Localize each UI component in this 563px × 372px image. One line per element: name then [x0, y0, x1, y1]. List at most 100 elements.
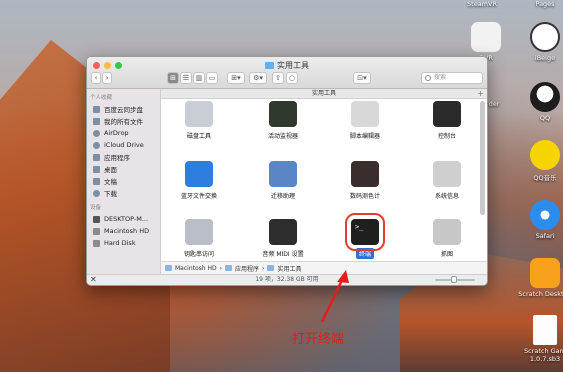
sidebar-item-label: Macintosh HD: [104, 227, 150, 235]
qq-music-icon: [530, 140, 560, 170]
disk-icon: [93, 227, 100, 235]
app-item[interactable]: 迁移助理: [245, 161, 321, 201]
app-item[interactable]: 活动监视器: [245, 101, 321, 141]
sidebar: 个人收藏 百度云同步盘 我的所有文件 AirDrop iCloud Drive …: [87, 89, 161, 285]
add-tab-button[interactable]: +: [477, 89, 484, 98]
close-icon[interactable]: ✕: [90, 275, 97, 285]
disk-icon: [165, 265, 172, 271]
sidebar-item-all-files[interactable]: 我的所有文件: [87, 115, 160, 127]
back-button[interactable]: ‹: [91, 72, 101, 84]
app-item[interactable]: 磁盘工具: [161, 101, 237, 141]
desktop-item-scratch-file[interactable]: Scratch Gam 1.0.7.sb3: [515, 315, 563, 363]
desktop-label-pages[interactable]: Pages: [515, 0, 563, 8]
blender-icon: [471, 22, 501, 52]
vertical-scrollbar[interactable]: [480, 101, 485, 215]
sidebar-item-label: AirDrop: [104, 129, 129, 137]
tags-button[interactable]: ○: [286, 72, 298, 84]
search-placeholder: 搜索: [434, 74, 447, 81]
sidebar-item-hard-disk[interactable]: Hard Disk: [87, 237, 160, 249]
sidebar-item-desktop[interactable]: 桌面: [87, 163, 160, 175]
airdrop-icon: [93, 129, 100, 137]
folder-icon: [265, 62, 274, 69]
console-icon: [433, 101, 461, 127]
titlebar[interactable]: 实用工具 ‹ › ⊞ ☰ ▥ ▭ ⊞▾ ⚙▾ ⇧ ○ ⊡▾ 搜索: [87, 57, 487, 89]
app-item-label: 磁盘工具: [186, 133, 211, 140]
app-item[interactable]: 蓝牙文件交换: [161, 161, 237, 201]
sidebar-item-airdrop[interactable]: AirDrop: [87, 127, 160, 139]
folder-header-title: 实用工具: [311, 90, 336, 97]
downloads-icon: [93, 189, 100, 197]
sidebar-item-label: Hard Disk: [104, 239, 136, 247]
app-item[interactable]: 音频 MIDI 设置: [245, 219, 321, 259]
file-grid: 磁盘工具 活动监视器 脚本编辑器 控制台 蓝牙文件交换 迁移助理 数码测色计 系统信息 钥匙串访…: [161, 99, 477, 261]
window-title: 实用工具: [87, 60, 487, 71]
sidebar-devices-header: 设备: [90, 205, 102, 211]
sidebar-item-icloud[interactable]: iCloud Drive: [87, 139, 160, 151]
documents-icon: [93, 177, 100, 185]
view-column-button[interactable]: ▥: [193, 72, 205, 84]
icon-size-slider-knob[interactable]: [451, 276, 457, 283]
share-menu-button[interactable]: ⊡▾: [353, 72, 371, 84]
app-item-label: 活动监视器: [267, 133, 298, 140]
desktop-label-text: Pages: [535, 0, 555, 8]
status-text: 19 项，32.38 GB 可用: [255, 276, 319, 283]
app-item[interactable]: >_ 终端: [327, 213, 403, 259]
path-separator: ›: [262, 264, 265, 272]
sidebar-item-label: 我的所有文件: [104, 118, 143, 126]
sidebar-item-macintosh-hd[interactable]: Macintosh HD: [87, 225, 160, 237]
desktop-label-steamvr[interactable]: SteamVR: [452, 0, 512, 8]
disk-icon: [93, 239, 100, 247]
arrange-button[interactable]: ⊞▾: [227, 72, 245, 84]
app-item-label: 终端: [355, 248, 374, 259]
app-item-label: 钥匙串访问: [183, 251, 214, 258]
app-item[interactable]: 抓图: [409, 219, 485, 259]
forward-button[interactable]: ›: [102, 72, 112, 84]
system-info-icon: [433, 161, 461, 187]
view-coverflow-button[interactable]: ▭: [206, 72, 218, 84]
desktop-item-label: Safari: [535, 232, 555, 240]
path-segment[interactable]: 实用工具: [277, 264, 301, 273]
keychain-icon: [185, 219, 213, 245]
midi-icon: [269, 219, 297, 245]
sidebar-item-applications[interactable]: 应用程序: [87, 151, 160, 163]
icloud-icon: [93, 141, 100, 149]
sidebar-item-label: 下载: [104, 190, 117, 198]
script-editor-icon: [351, 101, 379, 127]
search-input[interactable]: 搜索: [421, 72, 483, 84]
terminal-icon: >_: [345, 213, 385, 251]
sidebar-item-baidu[interactable]: 百度云同步盘: [87, 103, 160, 115]
app-item[interactable]: 系统信息: [409, 161, 485, 201]
desktop-item-safari[interactable]: Safari: [515, 200, 563, 240]
action-gear-button[interactable]: ⚙▾: [249, 72, 267, 84]
desktop-item-qqmusic[interactable]: QQ音乐: [515, 140, 563, 182]
path-segment[interactable]: 应用程序: [235, 264, 259, 273]
app-item[interactable]: 控制台: [409, 101, 485, 141]
all-files-icon: [93, 117, 100, 125]
folder-icon: [225, 265, 233, 271]
path-segment[interactable]: Macintosh HD: [175, 265, 217, 272]
app-item[interactable]: 脚本编辑器: [327, 101, 403, 141]
scratch-icon: [530, 258, 560, 288]
finder-window: 实用工具 ‹ › ⊞ ☰ ▥ ▭ ⊞▾ ⚙▾ ⇧ ○ ⊡▾ 搜索 个人收藏 百度…: [86, 56, 488, 286]
sidebar-item-label: DESKTOP-M...: [104, 215, 149, 223]
safari-compass-icon: [530, 200, 560, 230]
desktop-item-label: Scratch Gam 1.0.7.sb3: [523, 347, 563, 363]
sidebar-item-label: 应用程序: [104, 154, 130, 162]
app-item[interactable]: 数码测色计: [327, 161, 403, 201]
desktop-icon: [93, 165, 100, 173]
app-item[interactable]: 钥匙串访问: [161, 219, 237, 259]
sidebar-item-documents[interactable]: 文稿: [87, 175, 160, 187]
view-list-button[interactable]: ☰: [180, 72, 192, 84]
app-item-label: 音频 MIDI 设置: [262, 251, 304, 258]
app-item-label: 抓图: [440, 251, 453, 258]
desktop-item-scratch[interactable]: Scratch Desktop: [515, 258, 563, 298]
share-button[interactable]: ⇧: [272, 72, 284, 84]
app-item-label: 蓝牙文件交换: [180, 193, 217, 200]
sidebar-item-desktop-m[interactable]: DESKTOP-M...: [87, 213, 160, 225]
desktop-item-ibeige[interactable]: iBeige: [515, 22, 563, 62]
sidebar-item-downloads[interactable]: 下载: [87, 187, 160, 199]
view-icon-button[interactable]: ⊞: [167, 72, 179, 84]
desktop-item-qq[interactable]: QQ: [515, 82, 563, 122]
sidebar-favorites-header: 个人收藏: [90, 95, 113, 101]
color-meter-icon: [351, 161, 379, 187]
